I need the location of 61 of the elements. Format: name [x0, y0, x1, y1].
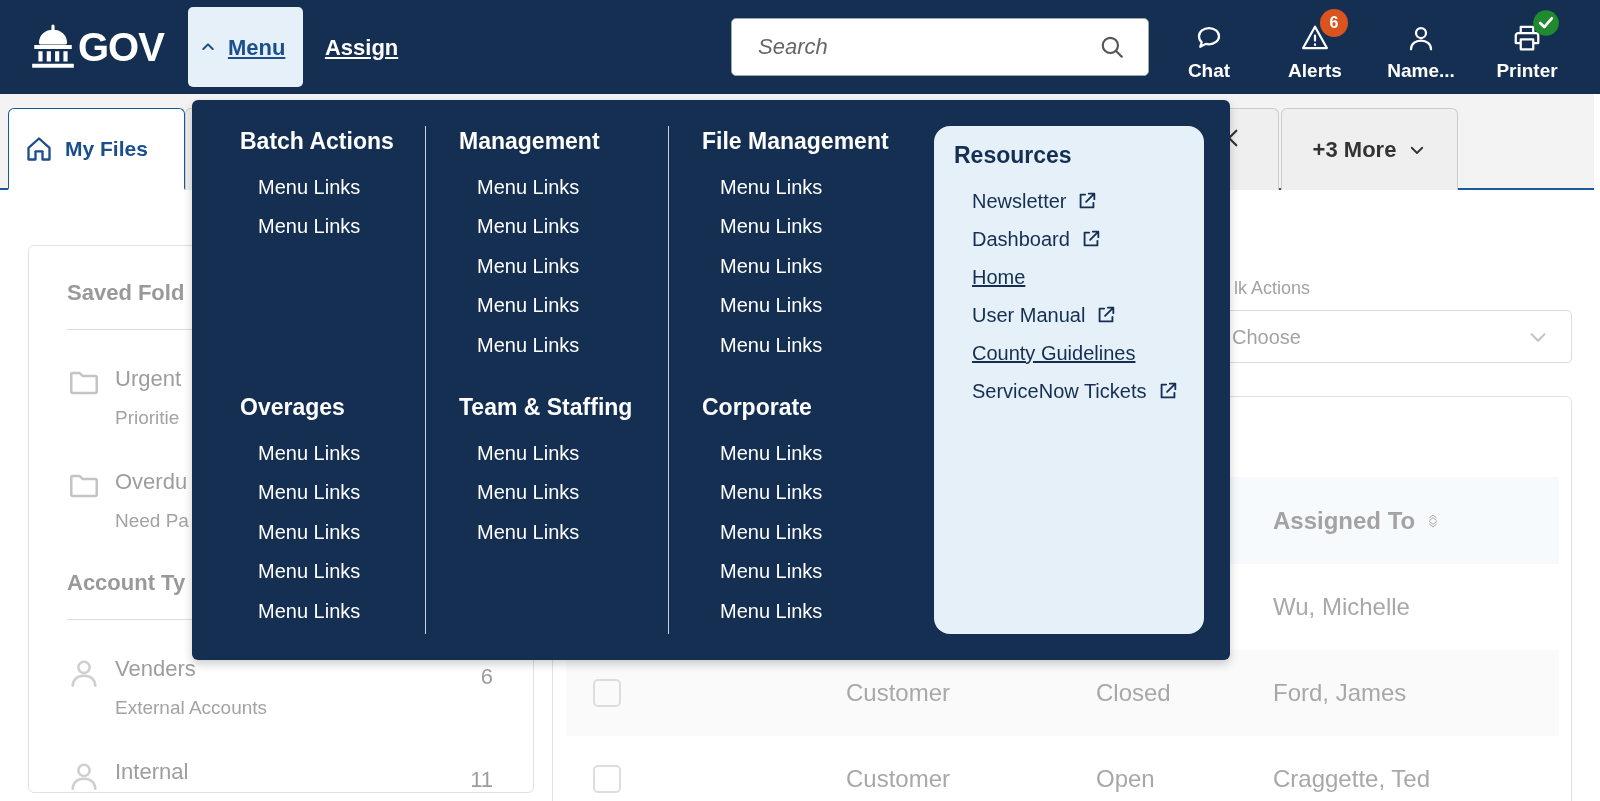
table-cell: Open [1096, 765, 1155, 792]
search-icon [1099, 34, 1125, 60]
toolbar-button[interactable]: Alerts 6 [1262, 8, 1368, 86]
menu-section-heading: Resources [954, 141, 1073, 170]
toolbar-button[interactable]: Printer [1474, 8, 1580, 86]
search-field[interactable]: Search [731, 18, 1149, 76]
resource-link[interactable]: Dashboard [972, 219, 1102, 258]
resource-link[interactable]: Home [972, 257, 1026, 296]
menu-section-heading: Corporate [702, 393, 813, 422]
menu-link[interactable]: Menu Links [720, 473, 912, 513]
field-label: lk Actions [1234, 277, 1312, 300]
menu-section-heading: Team & Staffing [459, 393, 634, 422]
table-cell: Customer [846, 765, 951, 792]
tab[interactable]: My Files [8, 108, 185, 190]
more-tabs-tab[interactable]: +3 More [1281, 108, 1458, 190]
resource-link[interactable]: Newsletter [972, 181, 1099, 220]
menu-link[interactable]: Menu Links [720, 433, 912, 474]
row-checkbox[interactable] [593, 765, 621, 793]
menu-link[interactable]: Menu Links [720, 512, 912, 553]
menu-link[interactable]: Menu Links [258, 207, 425, 247]
menu-link[interactable]: Menu Links [720, 552, 912, 592]
table-cell: Closed [1096, 679, 1171, 706]
nav-link[interactable]: Assign [324, 30, 399, 64]
menu-link[interactable]: Menu Links [720, 167, 912, 208]
resource-link[interactable]: County Guidelines [972, 333, 1136, 372]
menu-link[interactable]: Menu Links [477, 433, 668, 474]
menu-button[interactable]: Menu [187, 7, 303, 87]
notification-badge: 6 [1320, 8, 1348, 37]
menu-link[interactable]: Menu Links [720, 246, 912, 287]
table-cell-text: Ford, James [1273, 678, 1407, 708]
table-cell: Customer [846, 679, 951, 706]
menu-link[interactable]: Menu Links [258, 512, 425, 553]
menu-link[interactable]: Menu Links [477, 512, 668, 553]
row-checkbox[interactable] [593, 679, 621, 707]
toolbar-button[interactable]: Chat [1156, 8, 1262, 86]
menu-link[interactable]: Menu Links [720, 591, 912, 632]
menu-link[interactable]: Menu Links [258, 433, 425, 474]
table-cell-text: Craggette, Ted [1273, 764, 1430, 794]
menu-link[interactable]: Menu Links [720, 325, 912, 366]
table-cell-text: Wu, Michelle [1273, 592, 1410, 622]
menu-link[interactable]: Menu Links [258, 167, 425, 208]
resource-link[interactable]: ServiceNow Tickets [972, 371, 1179, 410]
item-count: 6 [480, 662, 493, 691]
home-icon [25, 134, 53, 163]
toolbar-button[interactable]: Name... [1368, 8, 1474, 86]
menu-section-heading: File Management [702, 127, 890, 156]
menu-link[interactable]: Menu Links [720, 207, 912, 247]
folder-description: Prioritie [115, 406, 181, 431]
folder-description: Need Pa [115, 509, 189, 534]
menu-section-heading: Management [459, 127, 601, 156]
logo-text: GOV [78, 24, 164, 71]
menu-link[interactable]: Menu Links [258, 473, 425, 513]
menu-link[interactable]: Menu Links [720, 286, 912, 326]
menu-link[interactable]: Menu Links [477, 167, 668, 208]
menu-link[interactable]: Menu Links [477, 207, 668, 247]
folder-description: External Accounts [115, 696, 268, 721]
menu-link[interactable]: Menu Links [477, 473, 668, 513]
resource-link[interactable]: User Manual [972, 295, 1118, 334]
item-count: 11 [470, 765, 493, 792]
menu-section-heading: Overages [240, 393, 346, 422]
menu-section-heading: Batch Actions [240, 127, 395, 156]
